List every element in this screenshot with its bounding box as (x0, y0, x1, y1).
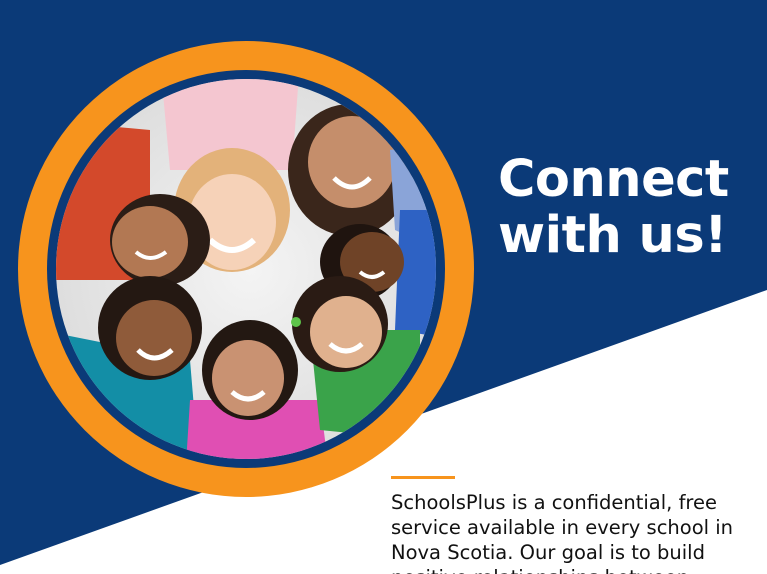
headline-line-1: Connect (498, 150, 729, 209)
flyer-graphic (0, 0, 767, 565)
headline: Connect with us! (498, 152, 758, 264)
body-line-1: SchoolsPlus is a confidential, free (391, 491, 718, 514)
body-line-3: Nova Scotia. Our goal is to build (391, 541, 705, 564)
body-paragraph: SchoolsPlus is a confidential, free serv… (391, 490, 759, 574)
orange-accent-divider (391, 476, 455, 479)
body-line-4: positive relationships between (391, 565, 759, 574)
headline-line-2: with us! (498, 206, 727, 265)
flyer-page: Connect with us! SchoolsPlus is a confid… (0, 0, 767, 574)
body-line-2: service available in every school in (391, 516, 734, 539)
